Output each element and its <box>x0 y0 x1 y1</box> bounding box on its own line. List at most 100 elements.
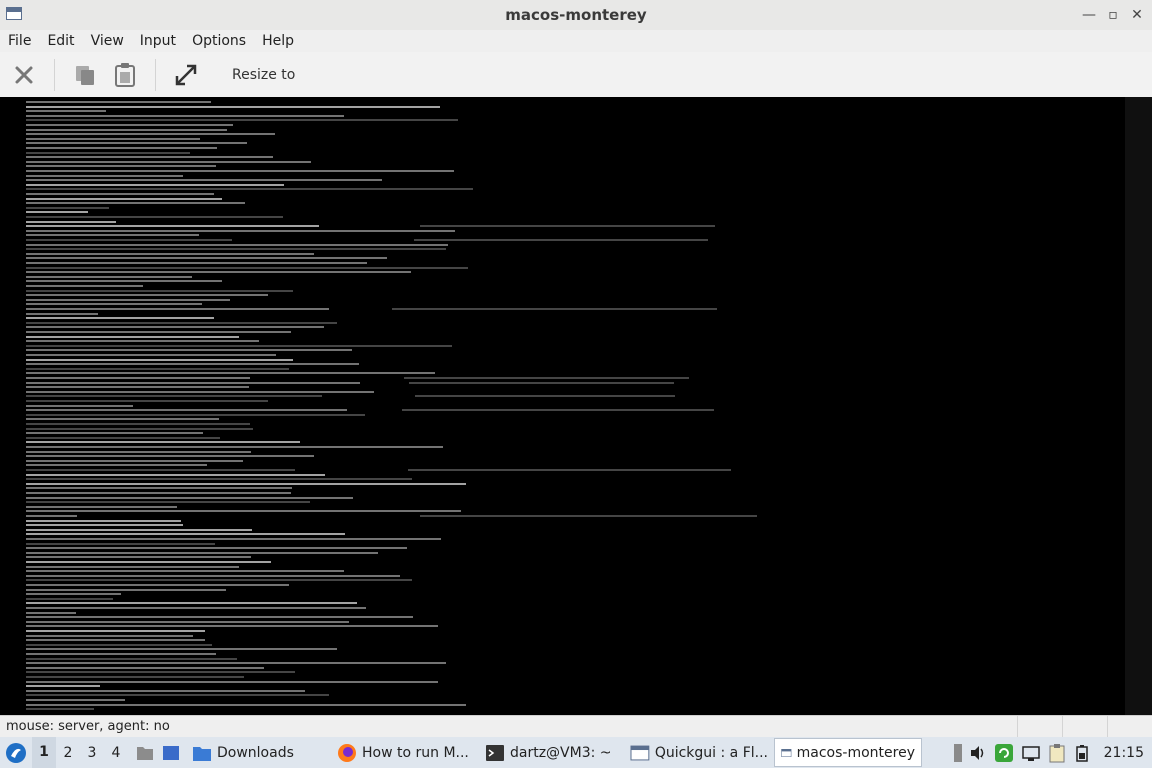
file-manager-launcher[interactable] <box>134 742 156 764</box>
console-log-line <box>26 538 441 540</box>
console-log-line <box>26 593 121 596</box>
console-log-line <box>26 648 337 651</box>
console-log-line <box>26 482 466 485</box>
console-log-line <box>26 561 271 563</box>
console-log-line <box>26 275 192 278</box>
show-desktop-button[interactable] <box>160 742 182 764</box>
console-log-line <box>26 524 183 527</box>
console-log-line <box>26 565 239 568</box>
workspace-2[interactable]: 2 <box>56 745 80 761</box>
toolbar-separator <box>54 58 55 91</box>
task-label: Quickgui : a Fl... <box>654 744 768 761</box>
console-log-line <box>26 501 311 504</box>
console-log-line <box>26 570 345 573</box>
menu-file[interactable]: File <box>0 33 39 49</box>
console-log-line <box>26 413 366 416</box>
workspace-4[interactable]: 4 <box>104 745 128 761</box>
toolbar: Resize to <box>0 52 1152 98</box>
network-icon[interactable] <box>1021 744 1041 762</box>
task-label: How to run M... <box>362 744 469 761</box>
console-log-line <box>26 473 326 476</box>
task-quickgui[interactable]: Quickgui : a Fl... <box>624 738 774 767</box>
resize-to-button[interactable]: Resize to <box>232 67 295 83</box>
console-log-line <box>26 124 233 126</box>
paste-button[interactable] <box>109 59 141 91</box>
update-icon[interactable] <box>994 743 1014 763</box>
console-log-line <box>26 459 244 462</box>
console-log-line <box>26 234 200 237</box>
console-log-line <box>26 469 296 471</box>
folder-icon <box>137 746 153 760</box>
menu-edit[interactable]: Edit <box>39 33 82 49</box>
console-log-line <box>26 630 205 632</box>
console-log-line <box>26 703 467 706</box>
fullscreen-button[interactable] <box>170 59 202 91</box>
console-log-line <box>26 179 382 182</box>
console-log-line <box>26 317 215 320</box>
console-log-line <box>26 584 290 586</box>
console-log-line <box>26 395 323 398</box>
console-log-line <box>26 386 249 389</box>
status-text: mouse: server, agent: no <box>6 719 170 734</box>
menu-help[interactable]: Help <box>254 33 302 49</box>
console-log-line <box>26 423 250 425</box>
console-log-line <box>26 689 305 692</box>
console-log-line <box>26 321 338 324</box>
console-log-line <box>26 510 461 513</box>
menu-options[interactable]: Options <box>184 33 254 49</box>
close-x-icon <box>15 66 33 83</box>
console-log-line <box>26 248 446 251</box>
console-log-line <box>26 193 214 195</box>
console-log-line <box>26 400 268 402</box>
task-label: dartz@VM3: ~ <box>510 744 612 761</box>
console-log-line <box>26 542 215 545</box>
console-log-line <box>26 643 212 646</box>
workspace-1[interactable]: 1 <box>32 737 56 768</box>
console-log-line <box>26 597 114 600</box>
console-log-line <box>414 395 675 398</box>
console-log-line <box>26 174 184 177</box>
console-log-line <box>26 671 296 674</box>
console-log-line <box>26 446 444 448</box>
console-log-line <box>392 308 717 310</box>
start-menu-button[interactable] <box>0 737 32 768</box>
menu-input[interactable]: Input <box>132 33 184 49</box>
console-log-line <box>26 252 314 255</box>
copy-button[interactable] <box>69 59 101 91</box>
minimize-icon[interactable]: — <box>1080 6 1098 24</box>
volume-icon[interactable] <box>969 744 987 762</box>
toolbar-separator <box>155 58 156 91</box>
console-log-line <box>26 147 217 149</box>
console-log-line <box>26 239 232 241</box>
console-log-line <box>26 390 375 393</box>
window-titlebar[interactable]: macos-monterey — ▫ ✕ <box>0 0 1152 31</box>
console-log-line <box>26 478 412 481</box>
close-icon[interactable]: ✕ <box>1128 6 1146 24</box>
menu-view[interactable]: View <box>83 33 132 49</box>
disconnect-button[interactable] <box>8 59 40 91</box>
console-log-line <box>26 335 240 338</box>
console-log-line <box>26 666 264 669</box>
console-log-line <box>26 487 292 490</box>
task-terminal[interactable]: dartz@VM3: ~ <box>479 738 624 767</box>
clock: 21:15 <box>1103 744 1144 761</box>
clipboard-manager-icon[interactable] <box>1048 743 1066 763</box>
console-log-line <box>26 170 455 172</box>
workspace-3[interactable]: 3 <box>80 745 104 761</box>
task-downloads[interactable]: Downloads <box>186 738 331 767</box>
task-label: macos-monterey <box>796 744 915 761</box>
console-log-line <box>26 708 94 711</box>
window-icon <box>781 748 792 757</box>
desktop-icon <box>163 745 179 760</box>
task-firefox[interactable]: How to run M... <box>331 738 479 767</box>
console-scrollbar[interactable] <box>1125 97 1152 715</box>
maximize-icon[interactable]: ▫ <box>1104 6 1122 24</box>
vm-console-screen[interactable] <box>0 97 1125 715</box>
console-log-line <box>26 363 360 366</box>
battery-icon[interactable] <box>1073 744 1091 762</box>
console-log-line <box>420 225 716 228</box>
console-log-line <box>26 680 439 683</box>
task-macos-monterey[interactable]: macos-monterey <box>774 738 922 767</box>
console-log-line <box>26 294 268 297</box>
console-log-line <box>414 239 708 241</box>
